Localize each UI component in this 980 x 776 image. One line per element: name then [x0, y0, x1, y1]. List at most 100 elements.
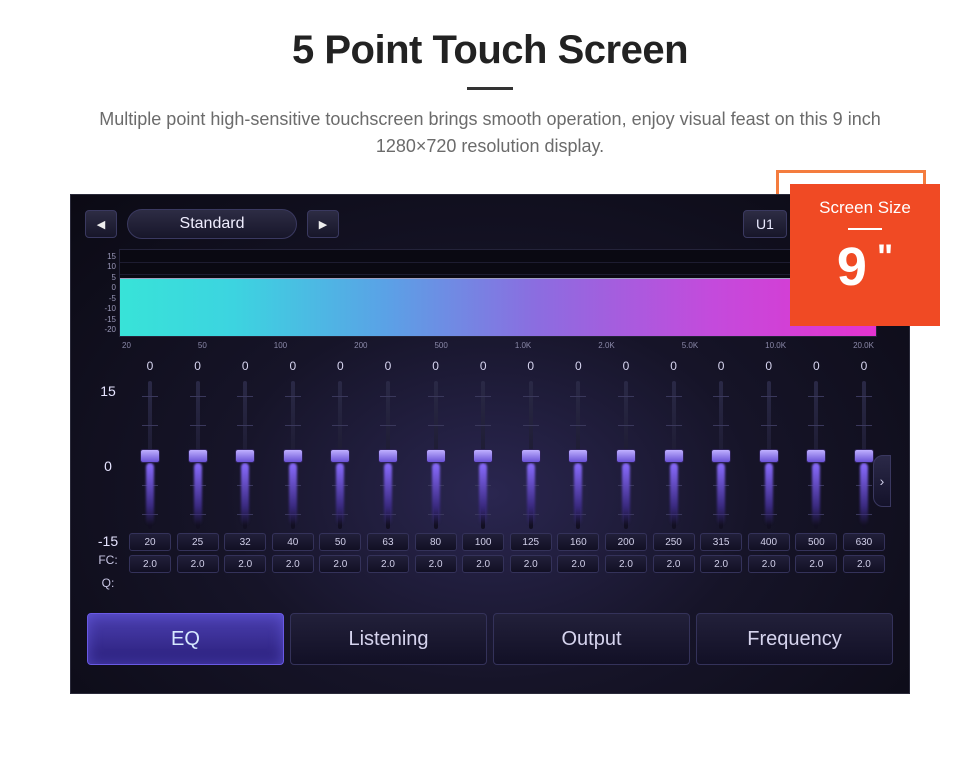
ytick: -10 — [90, 304, 116, 313]
slider-knob[interactable] — [711, 449, 731, 463]
slider-knob[interactable] — [235, 449, 255, 463]
eq-band-7: 01002.0 — [460, 359, 506, 603]
preset-bar: ◀ Standard ▶ U1 U2 U3 — [85, 209, 895, 239]
band-fc-chip[interactable]: 20 — [129, 533, 171, 551]
band-q-chip[interactable]: 2.0 — [177, 555, 219, 573]
tab-frequency[interactable]: Frequency — [696, 613, 893, 665]
slider-knob[interactable] — [616, 449, 636, 463]
xtick: 10.0K — [765, 341, 786, 350]
band-fc-chip[interactable]: 63 — [367, 533, 409, 551]
band-fc-chip[interactable]: 80 — [415, 533, 457, 551]
slider-knob[interactable] — [854, 449, 874, 463]
band-q-chip[interactable]: 2.0 — [843, 555, 885, 573]
band-q-chip[interactable]: 2.0 — [415, 555, 457, 573]
xtick: 20.0K — [853, 341, 874, 350]
band-fc-chip[interactable]: 100 — [462, 533, 504, 551]
band-slider[interactable] — [234, 381, 256, 529]
band-slider[interactable] — [425, 381, 447, 529]
xtick: 20 — [122, 341, 131, 350]
slider-knob[interactable] — [521, 449, 541, 463]
band-slider[interactable] — [663, 381, 685, 529]
band-fc-chip[interactable]: 50 — [319, 533, 361, 551]
band-slider[interactable] — [139, 381, 161, 529]
band-slider[interactable] — [758, 381, 780, 529]
slider-knob[interactable] — [759, 449, 779, 463]
eq-band-4: 0502.0 — [317, 359, 363, 603]
band-fc-chip[interactable]: 500 — [795, 533, 837, 551]
band-q-chip[interactable]: 2.0 — [605, 555, 647, 573]
band-slider[interactable] — [710, 381, 732, 529]
slider-knob[interactable] — [568, 449, 588, 463]
screen-size-badge: Screen Size 9 " — [790, 184, 940, 326]
band-slider[interactable] — [520, 381, 542, 529]
tab-output[interactable]: Output — [493, 613, 690, 665]
eq-sliders-area: 15 0 -15 FC: Q: 0202.00252.00322.00402.0… — [91, 359, 889, 603]
band-fc-chip[interactable]: 630 — [843, 533, 885, 551]
band-q-chip[interactable]: 2.0 — [224, 555, 266, 573]
sliders-scroll-right-button[interactable]: › — [873, 455, 891, 507]
preset-chip[interactable]: Standard — [127, 209, 297, 239]
slider-knob[interactable] — [426, 449, 446, 463]
preset-prev-button[interactable]: ◀ — [85, 210, 117, 238]
preset-next-button[interactable]: ▶ — [307, 210, 339, 238]
band-q-chip[interactable]: 2.0 — [272, 555, 314, 573]
slider-knob[interactable] — [140, 449, 160, 463]
band-value: 0 — [289, 359, 296, 377]
band-slider[interactable] — [472, 381, 494, 529]
eq-band-6: 0802.0 — [413, 359, 459, 603]
band-slider[interactable] — [615, 381, 637, 529]
band-slider[interactable] — [282, 381, 304, 529]
ytick: 10 — [90, 262, 116, 271]
band-fc-chip[interactable]: 315 — [700, 533, 742, 551]
band-q-chip[interactable]: 2.0 — [319, 555, 361, 573]
spectrum-x-axis: 20 50 100 200 500 1.0K 2.0K 5.0K 10.0K 2… — [120, 341, 876, 350]
band-value: 0 — [813, 359, 820, 377]
band-q-chip[interactable]: 2.0 — [510, 555, 552, 573]
band-q-chip[interactable]: 2.0 — [557, 555, 599, 573]
device-stage: Screen Size 9 " ◀ Standard ▶ U1 U2 U3 15… — [60, 194, 920, 694]
slider-knob[interactable] — [330, 449, 350, 463]
band-fc-chip[interactable]: 250 — [653, 533, 695, 551]
slider-knob[interactable] — [473, 449, 493, 463]
band-fc-chip[interactable]: 400 — [748, 533, 790, 551]
band-slider[interactable] — [377, 381, 399, 529]
band-q-chip[interactable]: 2.0 — [653, 555, 695, 573]
scale-min: -15 — [91, 533, 125, 549]
bottom-tabs: EQListeningOutputFrequency — [87, 613, 893, 665]
spectrum-y-axis: 15 10 5 0 -5 -10 -15 -20 — [90, 250, 116, 336]
eq-band-12: 0 315 2.0 — [698, 359, 744, 603]
band-slider[interactable] — [187, 381, 209, 529]
slider-knob[interactable] — [283, 449, 303, 463]
eq-band-11: 02502.0 — [651, 359, 697, 603]
band-q-chip[interactable]: 2.0 — [129, 555, 171, 573]
band-fc-chip[interactable]: 32 — [224, 533, 266, 551]
eq-band-8: 01252.0 — [508, 359, 554, 603]
band-fc-chip[interactable]: 160 — [557, 533, 599, 551]
band-q-chip[interactable]: 2.0 — [748, 555, 790, 573]
slider-knob[interactable] — [378, 449, 398, 463]
band-fc-chip[interactable]: 200 — [605, 533, 647, 551]
band-q-chip[interactable]: 2.0 — [795, 555, 837, 573]
band-q-chip[interactable]: 2.0 — [700, 555, 742, 573]
band-fc-chip[interactable]: 125 — [510, 533, 552, 551]
page-subtitle: Multiple point high-sensitive touchscree… — [0, 106, 980, 160]
band-q-chip[interactable]: 2.0 — [462, 555, 504, 573]
tab-eq[interactable]: EQ — [87, 613, 284, 665]
tab-listening[interactable]: Listening — [290, 613, 487, 665]
band-slider[interactable] — [329, 381, 351, 529]
band-q-chip[interactable]: 2.0 — [367, 555, 409, 573]
band-fc-chip[interactable]: 25 — [177, 533, 219, 551]
badge-unit: " — [877, 240, 893, 274]
eq-band-3: 0 40 2.0 — [270, 359, 316, 603]
xtick: 500 — [434, 341, 447, 350]
band-value: 0 — [718, 359, 725, 377]
band-slider[interactable] — [567, 381, 589, 529]
slider-knob[interactable] — [664, 449, 684, 463]
band-slider[interactable] — [805, 381, 827, 529]
band-slider[interactable] — [853, 381, 875, 529]
band-fc-chip[interactable]: 40 — [272, 533, 314, 551]
user-preset-1-button[interactable]: U1 — [743, 210, 787, 238]
slider-knob[interactable] — [806, 449, 826, 463]
ytick: 15 — [90, 252, 116, 261]
slider-knob[interactable] — [188, 449, 208, 463]
